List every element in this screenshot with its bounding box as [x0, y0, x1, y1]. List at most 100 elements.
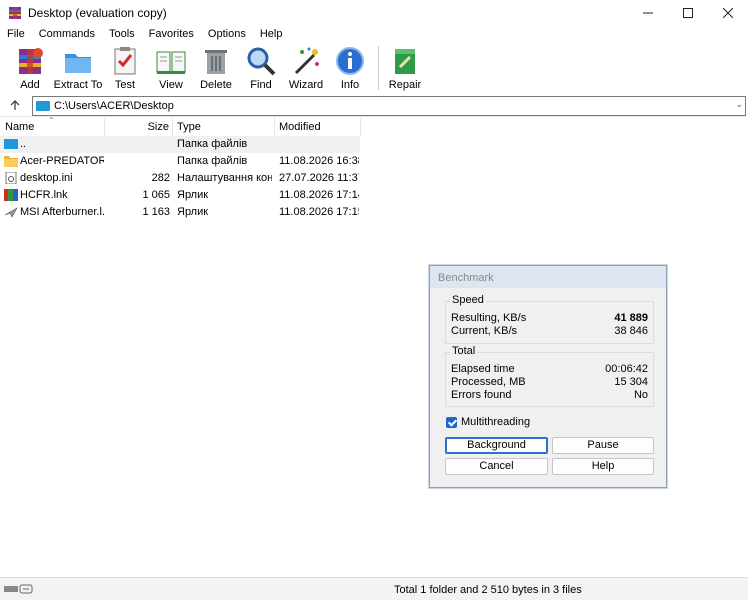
elapsed-time-row: Elapsed time 00:06:42	[451, 363, 648, 376]
add-button[interactable]: Add	[6, 42, 54, 94]
address-field[interactable]: C:\Users\ACER\Desktop ⌄	[32, 96, 746, 116]
file-row-desktop-ini[interactable]: desktop.ini 282 Налаштування кон... 27.0…	[0, 170, 360, 187]
background-button[interactable]: Background	[445, 437, 548, 454]
file-row-acer-predator[interactable]: Acer-PREDATOR Папка файлів 11.08.2026 16…	[0, 153, 360, 170]
close-button[interactable]	[708, 0, 748, 26]
wizard-label: Wizard	[288, 79, 324, 91]
wizard-button[interactable]: Wizard	[284, 42, 328, 94]
delete-button[interactable]: Delete	[194, 42, 238, 94]
pause-button[interactable]: Pause	[552, 437, 654, 454]
chevron-down-icon[interactable]: ⌄	[735, 99, 743, 110]
resulting-speed-value: 41 889	[614, 312, 648, 324]
extract-to-button[interactable]: Extract To	[54, 42, 102, 94]
view-button[interactable]: View	[148, 42, 194, 94]
shortcut-plane-icon	[4, 207, 18, 218]
dialog-title: Benchmark	[438, 272, 494, 284]
menu-bar: File Commands Tools Favorites Options He…	[0, 26, 748, 42]
file-modified: 27.07.2026 11:37	[279, 172, 359, 184]
processed-label: Processed, MB	[451, 376, 526, 388]
file-name: Acer-PREDATOR	[20, 155, 104, 167]
info-icon	[336, 47, 364, 75]
maximize-button[interactable]	[668, 0, 708, 26]
column-modified-label: Modified	[279, 121, 321, 133]
file-type: Ярлик	[177, 189, 209, 201]
file-name: desktop.ini	[20, 172, 73, 184]
repair-button[interactable]: Repair	[385, 42, 425, 94]
drive-folder-icon	[36, 101, 50, 111]
file-size: 1 163	[142, 206, 170, 218]
menu-file[interactable]: File	[0, 28, 32, 40]
add-label: Add	[20, 79, 40, 91]
multithreading-label[interactable]: Multithreading	[461, 416, 530, 428]
up-one-level-button[interactable]	[0, 95, 30, 117]
file-type: Папка файлів	[177, 138, 248, 150]
file-row-hcfr-lnk[interactable]: HCFR.lnk 1 065 Ярлик 11.08.2026 17:14	[0, 187, 360, 204]
test-button[interactable]: Test	[102, 42, 148, 94]
test-label: Test	[114, 79, 136, 91]
column-header-size[interactable]: Size	[105, 118, 173, 136]
title-bar[interactable]: Desktop (evaluation copy)	[0, 0, 748, 26]
errors-row: Errors found No	[451, 389, 648, 402]
current-speed-row: Current, KB/s 38 846	[451, 325, 648, 338]
repair-label: Repair	[388, 79, 422, 91]
find-button[interactable]: Find	[238, 42, 284, 94]
toolbar-separator	[378, 46, 379, 90]
shortcut-icon	[4, 189, 18, 201]
menu-favorites[interactable]: Favorites	[142, 28, 201, 40]
cancel-button[interactable]: Cancel	[445, 458, 548, 475]
view-book-icon	[156, 51, 186, 74]
total-group: Total Elapsed time 00:06:42 Processed, M…	[445, 345, 654, 407]
info-button[interactable]: Info	[328, 42, 372, 94]
column-header-type[interactable]: Type	[173, 118, 275, 136]
column-name-label: Name	[5, 121, 35, 133]
parent-folder-icon	[4, 139, 18, 149]
file-row-parent[interactable]: .. Папка файлів	[0, 136, 360, 153]
column-type-label: Type	[177, 121, 201, 133]
minimize-button[interactable]	[628, 0, 668, 26]
extract-to-label: Extract To	[53, 79, 103, 91]
column-header-modified[interactable]: Modified	[275, 118, 361, 136]
menu-options[interactable]: Options	[201, 28, 253, 40]
winrar-app-icon	[9, 7, 21, 19]
file-name: ..	[20, 138, 27, 150]
window-title: Desktop (evaluation copy)	[28, 6, 167, 20]
trash-bin-icon	[205, 50, 227, 74]
elapsed-time-label: Elapsed time	[451, 363, 515, 375]
arrow-up-icon	[10, 100, 20, 110]
menu-help[interactable]: Help	[253, 28, 290, 40]
status-text: Total 1 folder and 2 510 bytes in 3 file…	[394, 584, 582, 596]
file-name: MSI Afterburner.l...	[20, 206, 104, 218]
info-label: Info	[340, 79, 360, 91]
menu-commands[interactable]: Commands	[32, 28, 102, 40]
sort-ascending-icon: ⌃	[48, 116, 55, 125]
file-size: 1 065	[142, 189, 170, 201]
file-type: Ярлик	[177, 206, 209, 218]
file-size: 282	[151, 172, 170, 184]
speed-group-title: Speed	[450, 294, 486, 306]
column-header-name[interactable]: ⌃ Name	[0, 116, 105, 136]
file-modified: 11.08.2026 17:14	[279, 189, 359, 201]
resulting-speed-row: Resulting, KB/s 41 889	[451, 312, 648, 325]
magic-wand-icon	[294, 47, 319, 75]
file-name: HCFR.lnk	[20, 189, 68, 201]
magnifier-icon	[247, 47, 276, 76]
current-speed-value: 38 846	[614, 325, 648, 337]
toolbar: Add Extract To Test View Delete Find Wiz…	[0, 42, 748, 94]
address-path: C:\Users\ACER\Desktop	[54, 100, 174, 112]
column-size-label: Size	[147, 121, 169, 133]
menu-tools[interactable]: Tools	[102, 28, 142, 40]
settings-file-icon	[5, 172, 17, 184]
drive-status-icon[interactable]	[4, 583, 34, 595]
add-archive-icon	[19, 48, 43, 74]
multithreading-checkbox[interactable]	[446, 417, 457, 428]
file-type: Налаштування кон...	[177, 172, 272, 184]
elapsed-time-value: 00:06:42	[605, 363, 648, 375]
delete-label: Delete	[200, 79, 232, 91]
help-button[interactable]: Help	[552, 458, 654, 475]
file-row-msi-afterburner[interactable]: MSI Afterburner.l... 1 163 Ярлик 11.08.2…	[0, 204, 360, 221]
resulting-speed-label: Resulting, KB/s	[451, 312, 527, 324]
benchmark-dialog: Benchmark Speed Resulting, KB/s 41 889 C…	[429, 265, 667, 488]
dialog-title-bar[interactable]: Benchmark	[430, 266, 666, 288]
speed-group: Speed Resulting, KB/s 41 889 Current, KB…	[445, 294, 654, 344]
view-label: View	[159, 79, 183, 91]
